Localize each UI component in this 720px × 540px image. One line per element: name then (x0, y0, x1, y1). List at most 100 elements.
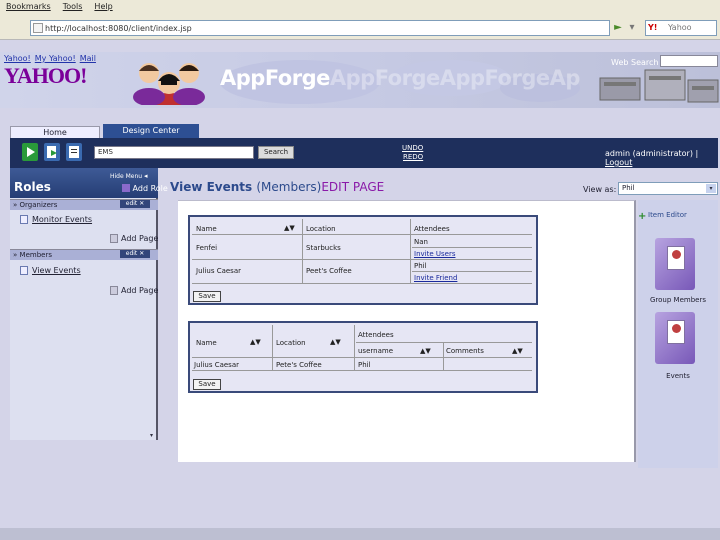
status-strip (0, 528, 720, 540)
invite-friend-link[interactable]: Invite Friend (414, 274, 457, 282)
divider (356, 342, 532, 343)
page-title: View Events (Members)EDIT PAGE (170, 180, 384, 194)
save-button[interactable]: Save (193, 379, 221, 390)
menu-bookmarks[interactable]: Bookmarks (6, 2, 51, 12)
cell-name: Fenfei (196, 244, 218, 252)
web-search-input[interactable] (660, 55, 718, 67)
logout-link[interactable]: Logout (605, 158, 632, 167)
cell-name: Julius Caesar (196, 267, 241, 275)
events-table-1: Name Location Attendees ▲▼ Fenfei Starbu… (188, 215, 538, 305)
page-role: (Members) (256, 180, 322, 194)
chevron-left-icon: ◂ (143, 172, 148, 180)
yahoo-logo: YAHOO! (4, 63, 87, 88)
item-editor-link[interactable]: Item Editor (648, 211, 687, 219)
play-icon[interactable] (22, 143, 38, 161)
cell-location: Peet's Coffee (306, 267, 352, 275)
app-title: AppForgeAppForgeAppForgeAp (220, 66, 580, 90)
clipboard-icon[interactable] (66, 143, 82, 161)
yahoo-links: Yahoo! My Yahoo! Mail (4, 54, 96, 63)
folder-label: Group Members (650, 296, 706, 304)
roles-title: Roles (14, 180, 51, 194)
divider (192, 357, 532, 358)
folder-label: Events (666, 372, 690, 380)
invite-users-link[interactable]: Invite Users (414, 250, 455, 258)
menu-help[interactable]: Help (94, 2, 112, 12)
sort-arrows-icon[interactable]: ▲▼ (512, 347, 523, 355)
my-yahoo-link[interactable]: My Yahoo! (35, 54, 76, 63)
sidebar-item-monitor-events[interactable]: Monitor Events (20, 215, 92, 224)
tab-home[interactable]: Home (10, 126, 100, 138)
add-page-label: Add Page (121, 234, 159, 243)
chevron-down-icon: ▾ (706, 184, 716, 193)
divider (410, 219, 411, 283)
sort-arrows-icon[interactable]: ▲▼ (284, 224, 295, 232)
view-as-select[interactable]: Phil ▾ (618, 182, 718, 195)
app-search-input[interactable]: EMS (94, 146, 254, 159)
group-name: Members (19, 251, 52, 259)
people-icon (133, 63, 205, 105)
yahoo-link[interactable]: Yahoo! (4, 54, 31, 63)
mail-link[interactable]: Mail (80, 54, 96, 63)
expand-icon: » (13, 251, 18, 259)
sort-arrows-icon[interactable]: ▲▼ (420, 347, 431, 355)
hide-menu-link[interactable]: Hide Menu ◂ (110, 172, 148, 180)
sort-arrows-icon[interactable]: ▲▼ (250, 338, 261, 346)
dropdown-arrow-icon[interactable]: ▾ (626, 22, 638, 34)
address-text: http://localhost:8080/client/index.jsp (45, 23, 192, 33)
user-info: admin (administrator) | Logout (605, 149, 720, 167)
plus-icon[interactable]: + (638, 211, 646, 222)
undo-link[interactable]: UNDO (402, 144, 423, 153)
sort-arrows-icon[interactable]: ▲▼ (330, 338, 341, 346)
column-header: Location (306, 225, 336, 233)
user-label: admin (administrator) | (605, 149, 699, 158)
add-page-button[interactable]: Add Page (110, 234, 158, 243)
divider (192, 283, 532, 284)
divider (354, 325, 355, 370)
divider (192, 370, 532, 371)
preview-icon[interactable] (44, 143, 60, 161)
column-header: Name (196, 225, 217, 233)
add-role-label: Add Role (132, 184, 168, 193)
add-role-button[interactable]: Add Role (122, 184, 168, 193)
divider (192, 234, 532, 235)
person-card-icon (667, 246, 685, 270)
cell-username: Phil (358, 361, 371, 369)
tab-design-center[interactable]: Design Center (103, 124, 199, 138)
hide-menu-label: Hide Menu (110, 173, 143, 180)
column-header: Location (276, 339, 306, 347)
menu-tools[interactable]: Tools (63, 2, 83, 12)
add-role-icon (122, 184, 130, 192)
page-title-text: View Events (170, 180, 253, 194)
divider (412, 247, 532, 248)
go-arrow-icon[interactable]: ► (612, 22, 624, 34)
cell-location: Starbucks (306, 244, 341, 252)
app-name: AppForge (220, 66, 330, 90)
scroll-down-icon[interactable]: ▾ (150, 432, 153, 439)
add-page-button[interactable]: Add Page (110, 286, 158, 295)
divider (412, 271, 532, 272)
events-table-2: Name ▲▼ Location ▲▼ Attendees username ▲… (188, 321, 538, 393)
page-icon (33, 23, 43, 33)
sidebar-item-view-events[interactable]: View Events (20, 266, 81, 275)
add-page-icon (110, 234, 118, 243)
page-icon (20, 266, 28, 275)
web-search-label: Web Search (611, 58, 659, 67)
save-button[interactable]: Save (193, 291, 221, 302)
edit-organizers-button[interactable]: edit ✕ (120, 200, 150, 208)
edit-members-button[interactable]: edit ✕ (120, 250, 150, 258)
sidebar-item-label: Monitor Events (32, 215, 93, 224)
group-members-folder-icon[interactable] (655, 238, 695, 290)
edit-label: edit (125, 250, 138, 257)
search-button[interactable]: Search (258, 146, 294, 159)
divider (443, 343, 444, 370)
divider (272, 325, 273, 370)
address-bar[interactable]: http://localhost:8080/client/index.jsp (30, 20, 610, 36)
view-as-value: Phil (622, 184, 635, 192)
expand-icon: » (13, 201, 18, 209)
sub-column-header: username (358, 347, 393, 355)
add-page-label: Add Page (121, 286, 159, 295)
edit-page-link[interactable]: EDIT PAGE (321, 180, 384, 194)
cell-attendee: Phil (414, 262, 427, 270)
events-folder-icon[interactable] (655, 312, 695, 364)
redo-link[interactable]: REDO (403, 153, 423, 161)
